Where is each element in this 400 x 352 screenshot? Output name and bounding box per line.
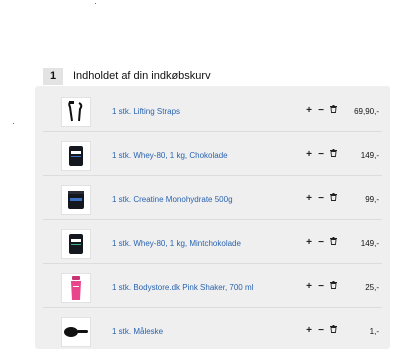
cart-item-row: 1 stk. Lifting Straps + − 69,90,- xyxy=(35,89,390,132)
trash-icon[interactable] xyxy=(329,281,337,292)
increase-quantity-button[interactable]: + xyxy=(305,193,313,204)
protein-bag-icon xyxy=(69,234,83,254)
quantity-controls: + − xyxy=(305,237,337,248)
quantity-controls: + − xyxy=(305,281,337,292)
increase-quantity-button[interactable]: + xyxy=(305,325,313,336)
item-price: 25,- xyxy=(365,283,379,292)
measuring-scoop-icon xyxy=(64,327,88,337)
item-price: 149,- xyxy=(360,239,379,248)
item-name-link[interactable]: 1 stk. Whey-80, 1 kg, Chokolade xyxy=(112,151,228,160)
item-price: 1,- xyxy=(369,327,379,336)
item-name-link[interactable]: 1 stk. Måleske xyxy=(112,327,163,336)
cart-item-row: 1 stk. Måleske + − 1,- xyxy=(35,309,390,352)
quantity-controls: + − xyxy=(305,149,337,160)
trash-icon[interactable] xyxy=(329,325,337,336)
stray-mark xyxy=(95,3,96,4)
row-divider xyxy=(43,175,382,176)
product-thumbnail[interactable] xyxy=(61,185,91,215)
item-name-link[interactable]: 1 stk. Creatine Monohydrate 500g xyxy=(112,195,233,204)
cart-title: Indholdet af din indkøbskurv xyxy=(73,70,211,82)
product-thumbnail[interactable] xyxy=(61,141,91,171)
trash-icon[interactable] xyxy=(329,149,337,160)
trash-icon[interactable] xyxy=(329,105,337,116)
increase-quantity-button[interactable]: + xyxy=(305,105,313,116)
increase-quantity-button[interactable]: + xyxy=(305,237,313,248)
cart-item-row: 1 stk. Bodystore.dk Pink Shaker, 700 ml … xyxy=(35,265,390,308)
product-thumbnail[interactable] xyxy=(61,317,91,347)
item-name-link[interactable]: 1 stk. Lifting Straps xyxy=(112,107,180,116)
creatine-jar-icon xyxy=(68,191,84,209)
row-divider xyxy=(43,219,382,220)
decrease-quantity-button[interactable]: − xyxy=(317,105,325,116)
pink-shaker-icon xyxy=(71,276,81,300)
item-price: 99,- xyxy=(365,195,379,204)
row-divider xyxy=(43,307,382,308)
decrease-quantity-button[interactable]: − xyxy=(317,149,325,160)
stray-mark xyxy=(13,123,14,124)
cart-panel: 1 stk. Lifting Straps + − 69,90,- 1 stk.… xyxy=(35,86,390,349)
trash-icon[interactable] xyxy=(329,193,337,204)
item-price: 149,- xyxy=(360,151,379,160)
item-name-link[interactable]: 1 stk. Whey-80, 1 kg, Mintchokolade xyxy=(112,239,241,248)
quantity-controls: + − xyxy=(305,105,337,116)
item-price: 69,90,- xyxy=(354,107,379,116)
increase-quantity-button[interactable]: + xyxy=(305,149,313,160)
item-name-link[interactable]: 1 stk. Bodystore.dk Pink Shaker, 700 ml xyxy=(112,283,253,292)
row-divider xyxy=(43,263,382,264)
decrease-quantity-button[interactable]: − xyxy=(317,193,325,204)
row-divider xyxy=(43,131,382,132)
product-thumbnail[interactable] xyxy=(61,97,91,127)
quantity-controls: + − xyxy=(305,193,337,204)
step-number-badge: 1 xyxy=(43,67,63,85)
decrease-quantity-button[interactable]: − xyxy=(317,237,325,248)
product-thumbnail[interactable] xyxy=(61,229,91,259)
trash-icon[interactable] xyxy=(329,237,337,248)
protein-bag-icon xyxy=(69,146,83,166)
lifting-straps-icon xyxy=(68,101,83,122)
quantity-controls: + − xyxy=(305,325,337,336)
decrease-quantity-button[interactable]: − xyxy=(317,281,325,292)
cart-item-row: 1 stk. Creatine Monohydrate 500g + − 99,… xyxy=(35,177,390,220)
product-thumbnail[interactable] xyxy=(61,273,91,303)
decrease-quantity-button[interactable]: − xyxy=(317,325,325,336)
cart-item-row: 1 stk. Whey-80, 1 kg, Chokolade + − 149,… xyxy=(35,133,390,176)
increase-quantity-button[interactable]: + xyxy=(305,281,313,292)
cart-item-row: 1 stk. Whey-80, 1 kg, Mintchokolade + − … xyxy=(35,221,390,264)
cart-section-header: 1 Indholdet af din indkøbskurv xyxy=(43,66,211,86)
